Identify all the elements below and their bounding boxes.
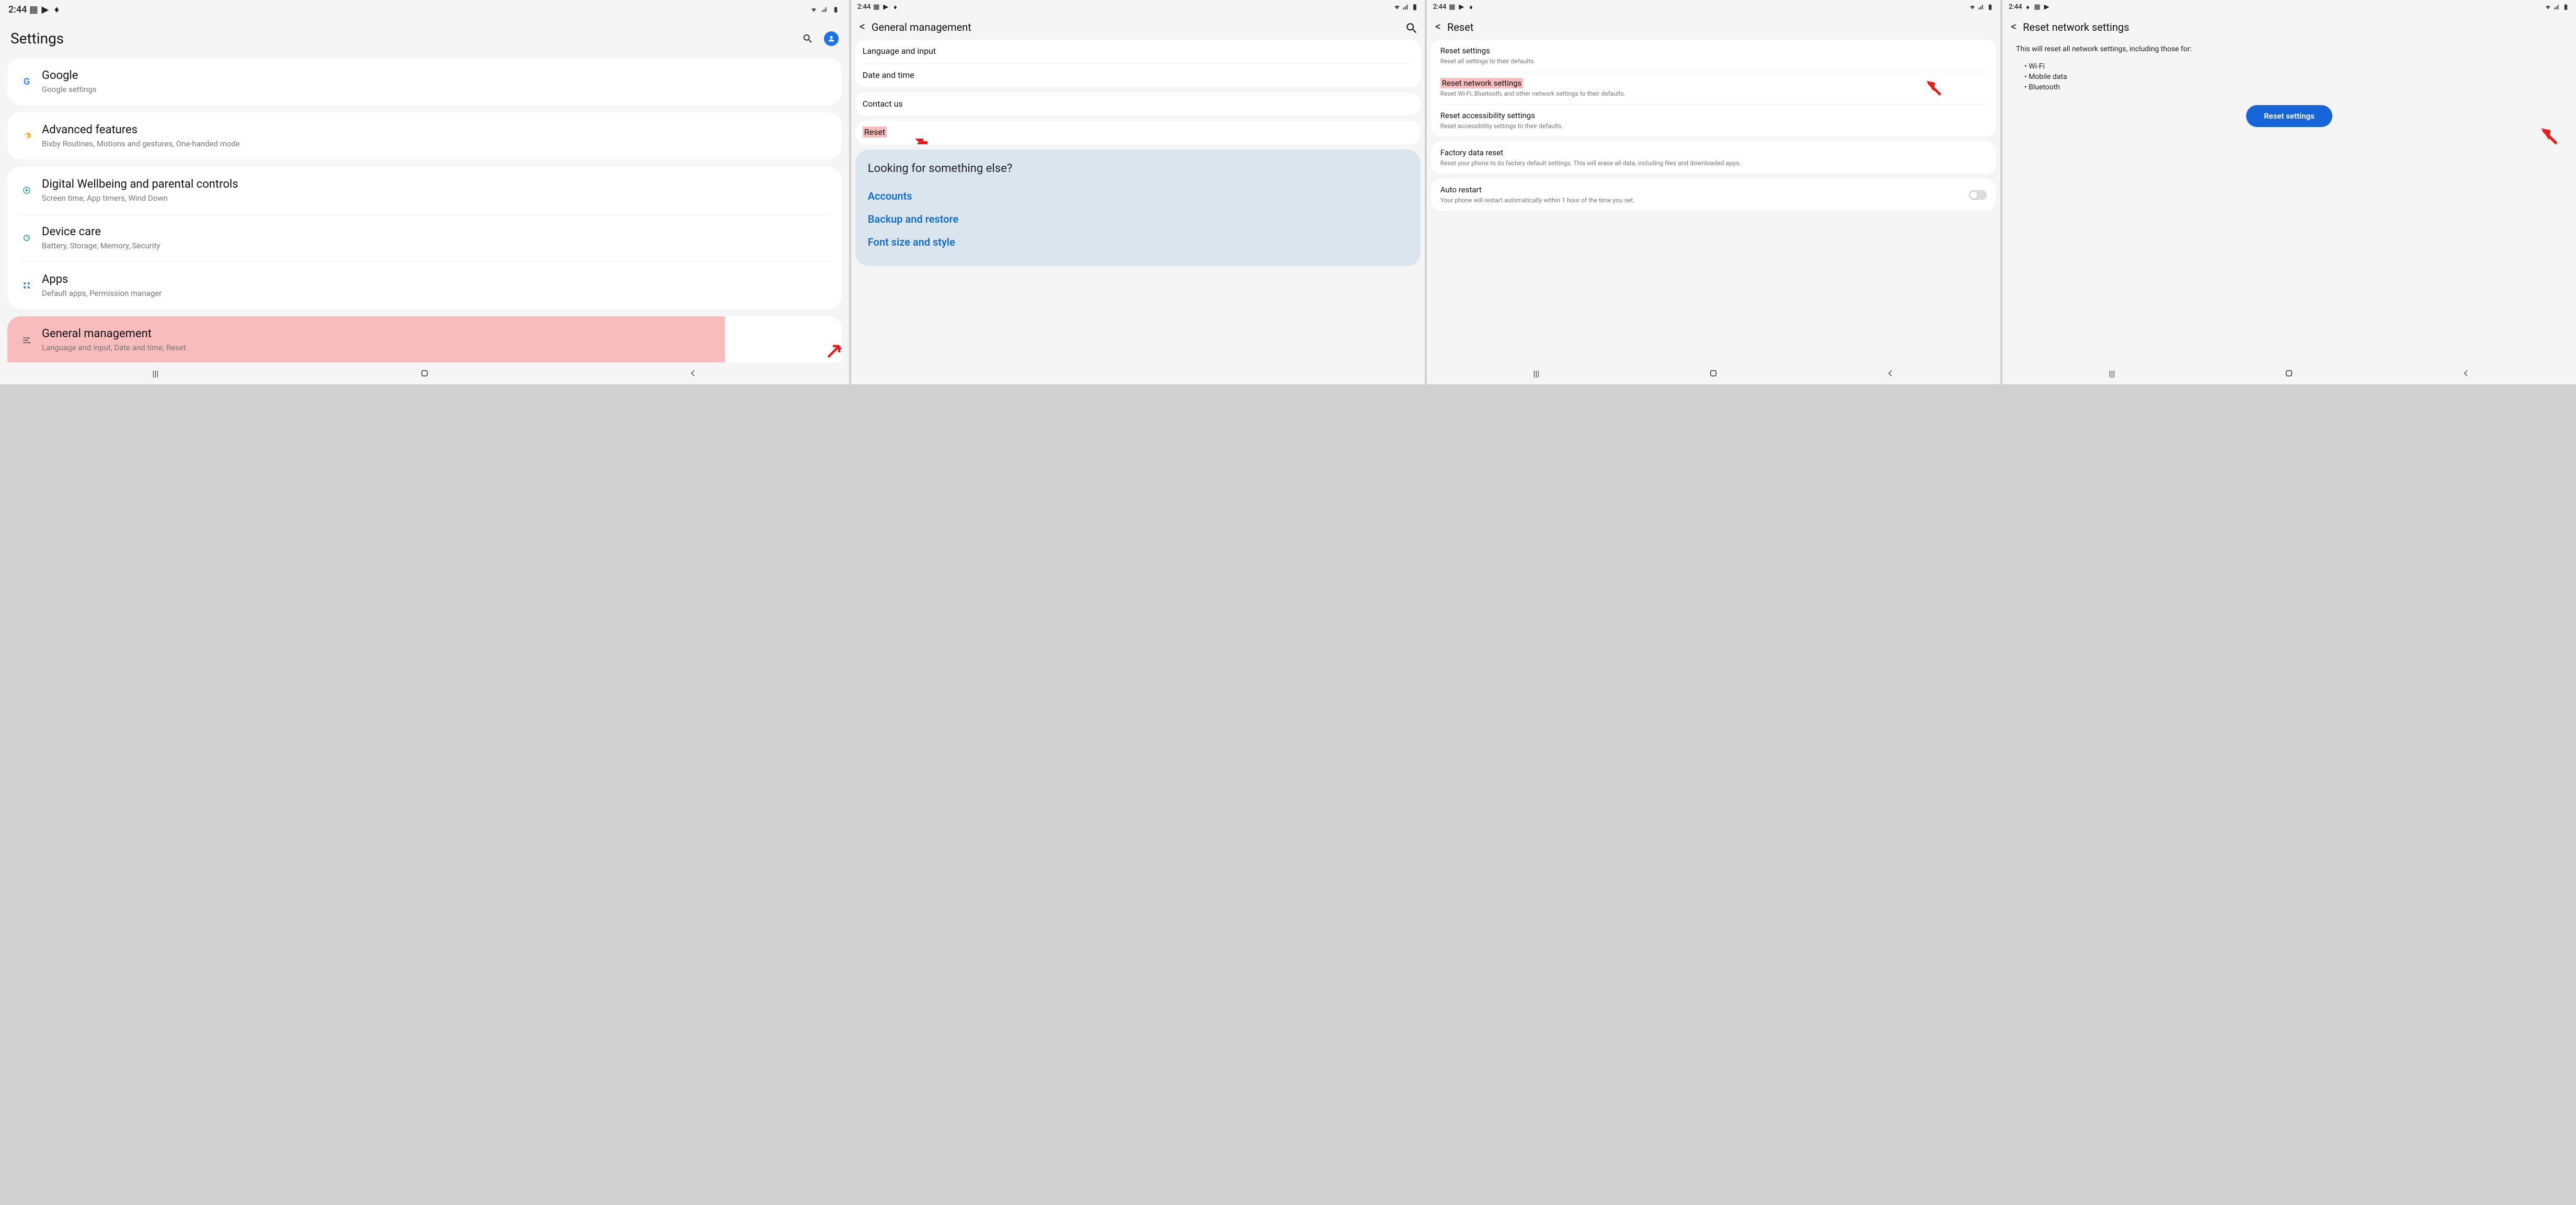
- item-date-time[interactable]: Date and time: [855, 64, 1421, 87]
- gallery-icon: ▦: [29, 5, 38, 15]
- settings-item-general-management[interactable]: General managementLanguage and input, Da…: [7, 316, 842, 362]
- signal-icon: [1978, 4, 1985, 11]
- settings-item-google[interactable]: G GoogleGoogle settings: [7, 58, 842, 105]
- nav-recents[interactable]: |||: [2106, 368, 2117, 379]
- status-bar: 2:44 ▦ ▶ ♦: [0, 0, 849, 19]
- battery-icon: [2562, 4, 2570, 11]
- page-title: Reset: [1447, 21, 1992, 33]
- suggestion-backup[interactable]: Backup and restore: [868, 208, 1408, 231]
- suggestion-font[interactable]: Font size and style: [868, 231, 1408, 254]
- nav-home[interactable]: [2283, 368, 2295, 379]
- wifi-icon: [809, 5, 819, 15]
- settings-item-advanced[interactable]: Advanced featuresBixby Routines, Motions…: [7, 112, 842, 159]
- nav-home[interactable]: [1708, 368, 1719, 379]
- auto-restart-toggle[interactable]: [1969, 190, 1987, 200]
- bulb-icon: ♦: [891, 4, 899, 11]
- reset-settings-button[interactable]: Reset settings: [2246, 105, 2332, 127]
- gear-icon: [20, 131, 33, 141]
- gallery-icon: ▦: [2033, 4, 2041, 11]
- bulb-icon: ♦: [1467, 4, 1474, 11]
- signal-icon: [820, 5, 830, 15]
- item-language-input[interactable]: Language and input: [855, 40, 1421, 63]
- item-reset-network[interactable]: Reset network settingsReset Wi-Fi, Bluet…: [1431, 72, 1996, 104]
- battery-icon: [831, 5, 841, 15]
- play-icon: ▶: [40, 5, 50, 15]
- bullet-wifi: Wi-Fi: [2024, 61, 2567, 72]
- signal-icon: [1402, 4, 1410, 11]
- battery-icon: [1411, 4, 1418, 11]
- nav-bar: |||: [1427, 362, 2000, 384]
- item-contact-us[interactable]: Contact us: [855, 93, 1421, 116]
- item-auto-restart[interactable]: Auto restartYour phone will restart auto…: [1431, 179, 1996, 211]
- device-care-icon: [20, 233, 33, 243]
- nav-bar: |||: [2002, 362, 2576, 384]
- suggestions-title: Looking for something else?: [868, 162, 1408, 175]
- wifi-icon: [2545, 4, 2552, 11]
- status-time: 2:44: [857, 3, 871, 11]
- nav-back[interactable]: [688, 368, 699, 379]
- page-title: General management: [872, 21, 1399, 33]
- profile-avatar[interactable]: [824, 31, 839, 46]
- reset-description: This will reset all network settings, in…: [2007, 40, 2572, 59]
- sliders-icon: [20, 336, 33, 345]
- signal-icon: [2554, 4, 2561, 11]
- screen-reset: 2:44 ▦ ▶ ♦ < Reset Reset settingsReset a…: [1427, 0, 2000, 384]
- status-bar: 2:44 ▦ ▶ ♦: [851, 0, 1425, 14]
- wifi-icon: [1393, 4, 1401, 11]
- battery-icon: [1987, 4, 1994, 11]
- header: < Reset: [1427, 14, 2000, 40]
- wifi-icon: [1969, 4, 1976, 11]
- screen-general-management: 2:44 ▦ ▶ ♦ < General management Language…: [851, 0, 1425, 384]
- bullet-mobile: Mobile data: [2024, 72, 2567, 82]
- back-button[interactable]: <: [1435, 20, 1441, 33]
- nav-recents[interactable]: |||: [1530, 368, 1542, 379]
- nav-home[interactable]: [419, 368, 430, 379]
- status-time: 2:44: [1433, 3, 1447, 11]
- page-title: Settings: [10, 30, 796, 47]
- screen-settings: 2:44 ▦ ▶ ♦ Settings G GoogleGoogle setti…: [0, 0, 849, 384]
- google-icon: G: [24, 76, 30, 87]
- status-time: 2:44: [8, 4, 27, 15]
- status-time: 2:44: [2009, 3, 2022, 11]
- bullet-list: Wi-Fi Mobile data Bluetooth: [2007, 59, 2572, 101]
- status-bar: 2:44 ▦ ▶ ♦: [1427, 0, 2000, 14]
- bulb-icon: ♦: [52, 5, 61, 15]
- apps-icon: [20, 281, 33, 290]
- play-icon: ▶: [2043, 4, 2050, 11]
- header: < Reset network settings: [2002, 14, 2576, 40]
- screen-reset-network: 2:44 ♦ ▦ ▶ < Reset network settings This…: [2002, 0, 2576, 384]
- gallery-icon: ▦: [1448, 4, 1456, 11]
- item-reset[interactable]: Reset: [855, 121, 1421, 144]
- item-factory-reset[interactable]: Factory data resetReset your phone to it…: [1431, 142, 1996, 174]
- search-icon[interactable]: [1405, 21, 1416, 33]
- gallery-icon: ▦: [873, 4, 880, 11]
- suggestion-accounts[interactable]: Accounts: [868, 185, 1408, 208]
- play-icon: ▶: [882, 4, 889, 11]
- status-bar: 2:44 ♦ ▦ ▶: [2002, 0, 2576, 14]
- suggestions-panel: Looking for something else? Accounts Bac…: [855, 150, 1421, 266]
- nav-bar: |||: [0, 362, 849, 384]
- item-reset-accessibility[interactable]: Reset accessibility settingsReset access…: [1431, 105, 1996, 136]
- settings-item-wellbeing[interactable]: Digital Wellbeing and parental controlsS…: [7, 167, 842, 214]
- page-title: Reset network settings: [2023, 21, 2568, 33]
- wellbeing-icon: [20, 186, 33, 195]
- play-icon: ▶: [1458, 4, 1465, 11]
- nav-back[interactable]: [2460, 368, 2472, 379]
- settings-item-device-care[interactable]: Device careBattery, Storage, Memory, Sec…: [7, 214, 842, 261]
- search-icon[interactable]: [802, 33, 814, 44]
- annotation-arrow: [2537, 124, 2560, 150]
- header: Settings: [0, 19, 849, 58]
- nav-recents[interactable]: |||: [150, 368, 161, 379]
- nav-back[interactable]: [1885, 368, 1896, 379]
- header: < General management: [851, 14, 1425, 40]
- item-reset-settings[interactable]: Reset settingsReset all settings to thei…: [1431, 40, 1996, 72]
- bulb-icon: ♦: [2024, 4, 2031, 11]
- back-button[interactable]: <: [860, 20, 865, 33]
- settings-item-apps[interactable]: AppsDefault apps, Permission manager: [7, 262, 842, 309]
- back-button[interactable]: <: [2011, 20, 2017, 33]
- bullet-bluetooth: Bluetooth: [2024, 82, 2567, 93]
